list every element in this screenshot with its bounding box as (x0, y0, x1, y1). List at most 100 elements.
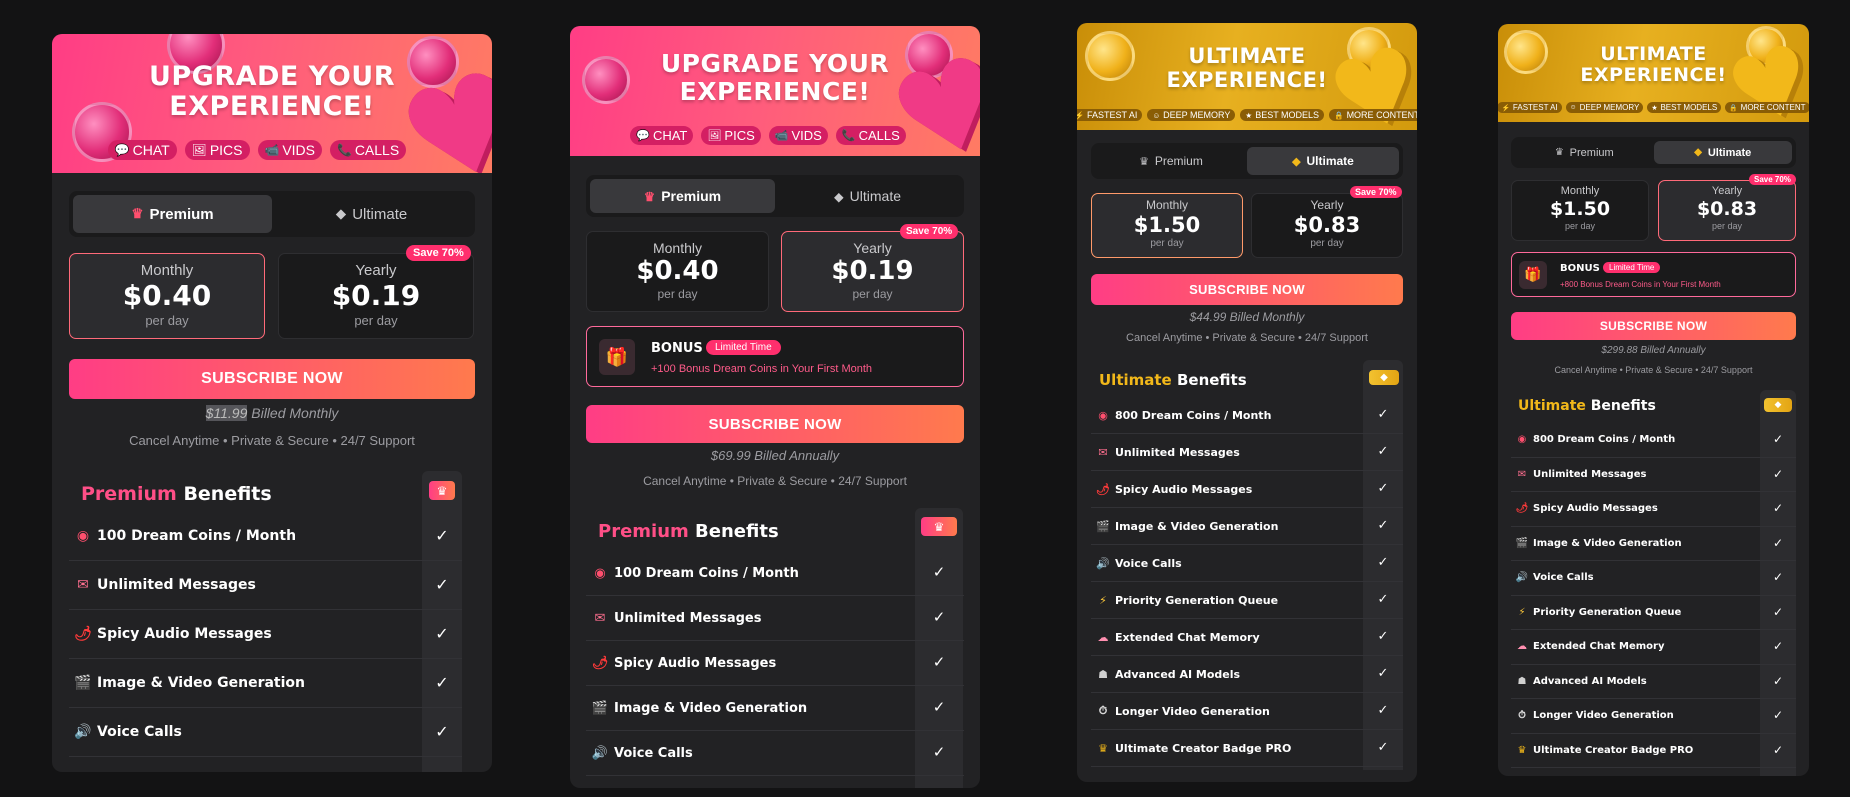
premium-badge-icon: ♛ (429, 481, 455, 500)
subscribe-button[interactable]: SUBSCRIBE NOW (586, 405, 964, 443)
tab-ultimate[interactable]: ◆ Ultimate (1653, 141, 1792, 164)
crown-icon: ♛ (1098, 741, 1108, 755)
gift-icon: 🎁 (599, 339, 635, 375)
clapper-icon: 🎬 (1096, 519, 1110, 533)
save-badge: Save 70% (1749, 174, 1796, 185)
subscribe-button[interactable]: SUBSCRIBE NOW (1511, 312, 1796, 340)
chip-pics: 🖼 PICS (701, 126, 761, 145)
check-icon: ✓ (932, 743, 946, 761)
clapper-icon: 🎬 (591, 700, 609, 716)
coin-icon: ◉ (1098, 408, 1108, 422)
ultimate-badge-icon: ◆ (1369, 370, 1399, 385)
lock-icon: 🔒 (1729, 104, 1738, 112)
check-icon: ✓ (435, 526, 449, 545)
tab-premium[interactable]: ♛ Premium (590, 179, 775, 213)
brain-icon: ☺ (1152, 110, 1161, 120)
check-icon: ✓ (435, 624, 449, 643)
benefit-row: 🔊 Voice Calls (586, 731, 964, 776)
check-icon: ✓ (435, 575, 449, 594)
price-yearly[interactable]: Yearly $0.19 per day (278, 253, 474, 339)
check-icon: ✓ (1377, 666, 1389, 681)
billing-note: $44.99 Billed Monthly (1189, 310, 1305, 324)
subscribe-button[interactable]: SUBSCRIBE NOW (1091, 274, 1403, 305)
price-unit: per day (145, 313, 189, 328)
benefit-row: 🔊 Voice Calls (1511, 561, 1796, 596)
coin-icon: ◉ (594, 565, 606, 581)
check-icon: ✓ (435, 722, 449, 741)
premium-monthly-card: ♥ UPGRADE YOUR EXPERIENCE! 💬 CHAT 🖼 PICS 📹… (52, 34, 492, 772)
price-unit: per day (1711, 221, 1743, 231)
tab-ultimate[interactable]: ◆ Ultimate (775, 179, 960, 213)
bonus-offer: 🎁 BONUS Limited Time +800 Bonus Dream Co… (1511, 252, 1796, 297)
billed-amount: $11.99 (205, 405, 248, 421)
benefit-row: 🎬 Image & Video Generation (586, 686, 964, 731)
price-yearly[interactable]: Yearly $0.19 per day (781, 231, 964, 312)
price-amount: $1.50 (1549, 198, 1611, 220)
chat-bubble-icon: 💬 (636, 130, 650, 142)
chip-fastest-ai: ⚡ FASTEST AI (1498, 102, 1562, 113)
diamond-icon: ◆ (1292, 155, 1301, 168)
tab-ultimate[interactable]: ◆ Ultimate (272, 195, 471, 233)
price-monthly[interactable]: Monthly $1.50 per day (1511, 180, 1649, 241)
benefits-title: Ultimate Benefits (1099, 371, 1247, 389)
chip-calls: 📞 CALLS (835, 126, 906, 145)
billing-note: $69.99 Billed Annually (710, 448, 840, 463)
brain-icon: ☁ (1097, 630, 1109, 644)
save-badge: Save 70% (1350, 186, 1402, 198)
guarantee-text: Cancel Anytime • Private & Secure • 24/7… (643, 474, 907, 488)
plan-tabs: ♛ Premium ◆ Ultimate (69, 191, 475, 237)
crown-icon: ♛ (1517, 744, 1527, 756)
price-yearly[interactable]: Yearly $0.83 per day (1251, 193, 1403, 258)
price-unit: per day (1310, 238, 1344, 249)
clapper-icon: 🎬 (1515, 537, 1529, 549)
stopwatch-icon: ⏱ (1098, 704, 1108, 717)
chili-icon: 🌶 (74, 626, 92, 642)
tab-premium[interactable]: ♛ Premium (73, 195, 272, 233)
guarantee-text: Cancel Anytime • Private & Secure • 24/7… (1554, 365, 1753, 375)
price-label: Monthly (140, 262, 194, 279)
lightning-icon: ⚡ (1518, 606, 1526, 618)
price-monthly[interactable]: Monthly $0.40 per day (586, 231, 769, 312)
price-monthly[interactable]: Monthly $1.50 per day (1091, 193, 1243, 258)
speaker-icon: 🔊 (1515, 572, 1529, 584)
premium-yearly-card: ♥ UPGRADE YOUR EXPERIENCE! 💬 CHAT 🖼 PICS 📹… (570, 26, 980, 788)
check-icon: ✓ (1772, 501, 1784, 515)
benefit-row: ⚡ Priority Generation Queue (1091, 582, 1403, 619)
banner-title: ULTIMATE EXPERIENCE! (1166, 44, 1328, 92)
ultimate-monthly-card: ♥ ULTIMATE EXPERIENCE! ⚡ FASTEST AI ☺ DEEP… (1077, 23, 1417, 782)
phone-icon: 📞 (337, 143, 352, 157)
chip-fastest-ai: ⚡ FASTEST AI (1077, 109, 1143, 121)
price-amount: $0.83 (1293, 213, 1361, 237)
plan-tabs: ♛ Premium ◆ Ultimate (1511, 137, 1796, 168)
check-icon: ✓ (1377, 555, 1389, 570)
tab-premium[interactable]: ♛ Premium (1095, 147, 1247, 175)
save-badge: Save 70% (406, 245, 471, 261)
speaker-icon: 🔊 (591, 745, 609, 761)
coin-icon: ◉ (1517, 434, 1527, 446)
benefits-title: Premium Benefits (81, 483, 272, 505)
tab-premium[interactable]: ♛ Premium (1515, 141, 1654, 164)
picture-icon: 🖼 (707, 130, 722, 142)
chip-calls: 📞 CALLS (330, 140, 407, 160)
price-unit: per day (657, 287, 698, 301)
price-yearly[interactable]: Yearly $0.83 per day (1658, 180, 1796, 241)
bonus-title: BONUS (1560, 263, 1600, 274)
banner-title: ULTIMATE EXPERIENCE! (1580, 43, 1727, 87)
star-icon: ★ (1651, 104, 1658, 112)
tab-ultimate[interactable]: ◆ Ultimate (1247, 147, 1399, 175)
benefit-row: ◉ 800 Dream Coins / Month (1511, 423, 1796, 458)
subscribe-button[interactable]: SUBSCRIBE NOW (69, 359, 475, 399)
price-unit: per day (1150, 238, 1184, 249)
feature-chips: ⚡ FASTEST AI ☺ DEEP MEMORY ★ BEST MODELS 🔒 M… (1077, 109, 1417, 121)
benefit-row: ☁ Extended Chat Memory (1091, 619, 1403, 656)
chip-vids: 📹 VIDS (768, 126, 828, 145)
check-icon: ✓ (1377, 444, 1389, 459)
benefits-title: Premium Benefits (598, 521, 779, 542)
check-icon: ✓ (1772, 432, 1784, 446)
benefit-row: ✉ Unlimited Messages (69, 561, 462, 610)
chip-chat: 💬 CHAT (630, 126, 694, 145)
video-icon: 📹 (774, 130, 789, 142)
check-icon: ✓ (1377, 740, 1389, 755)
picture-icon: 🖼 (191, 143, 207, 157)
price-monthly[interactable]: Monthly $0.40 per day (69, 253, 265, 339)
